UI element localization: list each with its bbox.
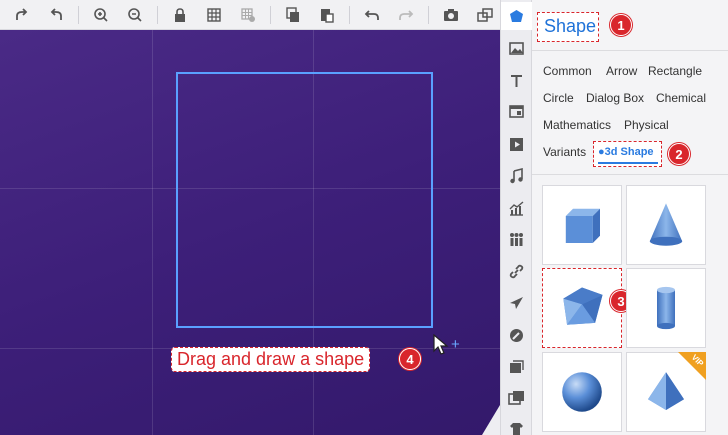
toolbar: [0, 0, 500, 30]
rail-chart-tab[interactable]: [501, 194, 532, 222]
panel-divider: [532, 50, 728, 51]
category-physical[interactable]: Physical: [624, 118, 669, 132]
undo-icon[interactable]: [360, 3, 384, 27]
active-category-underline: [598, 162, 658, 164]
panel-title: Shape: [544, 16, 597, 36]
lock-icon[interactable]: [168, 3, 192, 27]
toolbar-separator: [270, 5, 271, 24]
zoom-out-icon[interactable]: [123, 3, 147, 27]
canvas-corner: [482, 405, 500, 435]
shape-tile-cylinder[interactable]: [626, 268, 706, 348]
rail-shape-tab[interactable]: [501, 2, 532, 30]
toolbar-separator: [349, 5, 350, 24]
chart-icon: [509, 200, 524, 216]
grid-icon[interactable]: [202, 3, 226, 27]
step-badge-2: 2: [668, 143, 690, 165]
rail-tools-tab[interactable]: [501, 321, 532, 349]
rail-shirt-tab[interactable]: [501, 414, 532, 435]
image-icon: [509, 41, 524, 55]
rail-image-tab[interactable]: [501, 34, 532, 62]
category-chemical[interactable]: Chemical: [656, 91, 706, 105]
copy-icon[interactable]: [281, 3, 305, 27]
drawn-shape-outline[interactable]: [176, 72, 433, 328]
rail-people-tab[interactable]: [501, 225, 532, 253]
gallery-icon: [508, 390, 524, 405]
resize-icon[interactable]: [473, 3, 497, 27]
cylinder-icon: [657, 286, 675, 330]
slides-icon: [510, 359, 524, 373]
panel-title-box: Shape: [537, 12, 599, 42]
shirt-icon: [510, 422, 523, 435]
video-icon: [510, 137, 523, 151]
cube-icon: [565, 208, 600, 243]
shape-tile-cone[interactable]: [626, 185, 706, 265]
wrench-icon: [510, 328, 523, 342]
panel-divider: [532, 174, 728, 175]
music-icon: [510, 167, 523, 183]
step-badge-1: 1: [610, 14, 632, 36]
canvas[interactable]: + Drag and draw a shape 4: [0, 30, 500, 435]
pyramid-icon: [563, 287, 603, 325]
rail-gallery-tab[interactable]: [501, 384, 532, 412]
category-dialog-box[interactable]: Dialog Box: [586, 91, 644, 105]
rail-slides-tab[interactable]: [501, 353, 532, 381]
toolbar-separator: [157, 5, 158, 24]
side-rail: [500, 0, 532, 435]
editor-window: + Drag and draw a shape 4 Shape 1 Common…: [0, 0, 728, 435]
shape-tile-sphere[interactable]: [542, 352, 622, 432]
undo-alt-icon[interactable]: [44, 3, 68, 27]
toolbar-separator: [78, 5, 79, 24]
rail-video-tab[interactable]: [501, 130, 532, 158]
shape-tile-cube[interactable]: [542, 185, 622, 265]
rail-text-tab[interactable]: [501, 66, 532, 94]
category-circle[interactable]: Circle: [543, 91, 574, 105]
toolbar-separator: [428, 5, 429, 24]
mouse-pointer-icon: [433, 334, 449, 355]
category-3d-shape[interactable]: ●3d Shape: [598, 146, 654, 158]
step-badge-4: 4: [399, 348, 421, 370]
rail-link-tab[interactable]: [501, 257, 532, 285]
zoom-in-icon[interactable]: [89, 3, 113, 27]
rail-plane-tab[interactable]: [501, 289, 532, 317]
shape-tile-pyramid[interactable]: [542, 268, 622, 348]
crosshair-plus-icon: +: [451, 336, 460, 353]
people-icon: [510, 232, 523, 246]
category-mathematics[interactable]: Mathematics: [543, 118, 611, 132]
paste-icon[interactable]: [315, 3, 339, 27]
link-icon: [509, 264, 524, 278]
category-variants[interactable]: Variants: [543, 145, 586, 159]
redo-icon[interactable]: [394, 3, 418, 27]
shape-panel: Shape 1 Common Arrow Rectangle Circle Di…: [532, 0, 728, 435]
shape-tile-diamond[interactable]: VIP: [626, 352, 706, 432]
camera-icon[interactable]: [439, 3, 463, 27]
layout-icon: [509, 104, 524, 118]
shape-icon: [510, 9, 523, 22]
redo-alt-icon[interactable]: [10, 3, 34, 27]
grid-settings-icon[interactable]: [236, 3, 260, 27]
guide-line: [152, 30, 153, 435]
drag-hint-callout: Drag and draw a shape: [171, 347, 371, 372]
airplane-icon: [510, 296, 523, 309]
rail-layout-tab[interactable]: [501, 97, 532, 125]
text-icon: [511, 74, 522, 87]
rail-music-tab[interactable]: [501, 162, 532, 190]
cone-icon: [649, 203, 683, 246]
category-arrow[interactable]: Arrow: [606, 64, 637, 78]
category-rectangle[interactable]: Rectangle: [648, 64, 702, 78]
category-common[interactable]: Common: [543, 64, 592, 78]
sphere-icon: [562, 372, 602, 412]
